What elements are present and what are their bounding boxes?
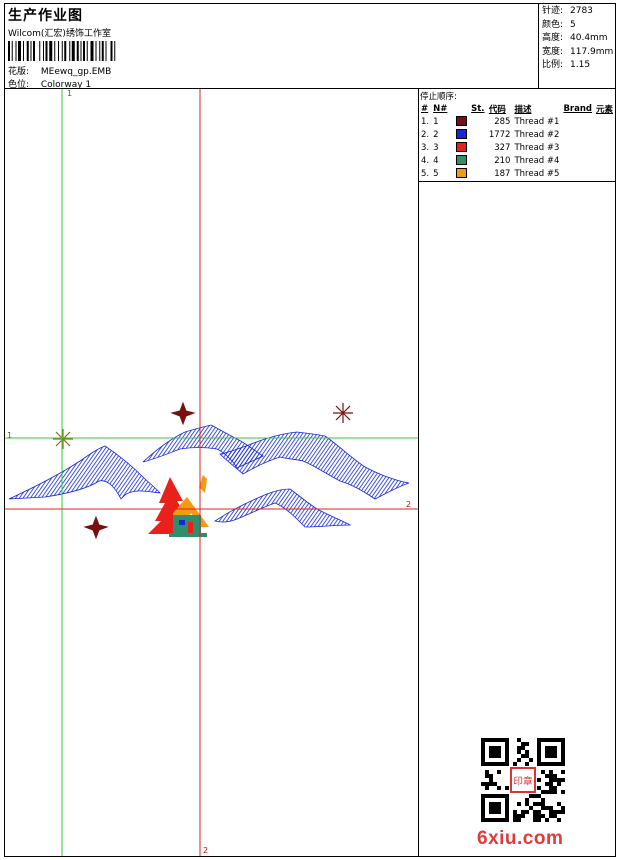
thread-needle: 5: [433, 168, 439, 179]
mountain-range: [8, 424, 410, 528]
color-swatch: [455, 155, 467, 166]
thread-needle: 1: [433, 116, 439, 127]
guide-label-red-bottom: 2: [203, 846, 209, 855]
stat-stitches: 针迹: 2783: [542, 6, 593, 16]
thread-row: 4. 4 210 Thread #4: [419, 154, 615, 167]
col-brand: Brand: [563, 103, 592, 114]
guide-label-red-right: 2: [406, 500, 412, 509]
company-name: Wilcom(汇宏)绣饰工作室: [8, 29, 111, 39]
stop-sequence-caption: 停止顺序:: [420, 92, 457, 102]
thread-element: [594, 154, 615, 167]
mountain-left: [8, 445, 161, 500]
barcode: [8, 41, 116, 61]
col-description: 描述: [514, 104, 532, 115]
thread-description: Thread #3: [514, 142, 560, 153]
thread-brand: [561, 128, 594, 141]
col-stitch: St.: [471, 103, 485, 114]
thread-index: 3.: [421, 142, 430, 153]
thread-index: 1.: [421, 116, 430, 127]
thread-swatch: [454, 154, 470, 167]
thread-stitch: [469, 128, 487, 141]
thread-code: 327: [494, 142, 511, 153]
thread-stitch: [469, 115, 487, 128]
mountain-lower: [214, 488, 352, 528]
design-file-name: MEewq_gp.EMB: [40, 67, 112, 77]
thread-swatch: [454, 115, 470, 128]
thread-element: [594, 128, 615, 141]
design-stats: 针迹: 2783 颜色: 5 高度: 40.4mm 宽度: 117.9mm 比例: 1.1…: [542, 5, 613, 73]
mountain-right: [219, 431, 410, 500]
star-bottom-left: [83, 515, 109, 540]
thread-table: # N# St. 代码 描述 Brand 元素 1. 1 285 Thread #1 2…: [419, 102, 615, 180]
thread-code: 187: [494, 168, 511, 179]
page-title: 生产作业图: [8, 8, 83, 24]
thread-element: [594, 141, 615, 154]
thread-stitch: [469, 167, 487, 180]
thread-index: 2.: [421, 129, 430, 140]
thread-row: 2. 2 1772 Thread #2: [419, 128, 615, 141]
star-top: [170, 401, 196, 426]
thread-element: [594, 115, 615, 128]
thread-row: 3. 3 327 Thread #3: [419, 141, 615, 154]
house-wall: [173, 515, 201, 533]
thread-row: 1. 1 285 Thread #1: [419, 115, 615, 128]
thread-description: Thread #1: [514, 116, 560, 127]
stat-colors: 颜色: 5: [542, 19, 576, 30]
site-watermark: 6xiu.com: [477, 828, 564, 849]
stat-width: 宽度: 117.9mm: [542, 46, 614, 57]
thread-stitch: [469, 141, 487, 154]
stat-height: 高度: 40.4mm: [542, 33, 608, 43]
thread-code: 1772: [488, 129, 511, 140]
thread-needle: 3: [433, 142, 439, 153]
header: 生产作业图 Wilcom(汇宏)绣饰工作室 花版: MEewq_gp.EMB 色…: [5, 4, 538, 90]
design-label: 花版:: [8, 67, 30, 77]
header-divider: [538, 4, 539, 88]
qr-code: 印章: [481, 738, 565, 822]
thread-table-header: # N# St. 代码 描述 Brand 元素: [419, 102, 615, 115]
thread-brand: [561, 141, 594, 154]
col-element: 元素: [595, 104, 613, 115]
color-swatch: [455, 116, 467, 127]
thread-brand: [561, 154, 594, 167]
thread-code: 285: [494, 116, 511, 127]
snowflake-right: [333, 403, 353, 423]
house-door: [188, 522, 193, 533]
stat-scale: 比例: 1.15: [542, 60, 591, 70]
col-code: 代码: [488, 104, 506, 115]
thread-swatch: [454, 128, 470, 141]
guide-label-green-top: 1: [67, 89, 73, 98]
house-base: [169, 533, 207, 537]
stop-sequence-panel: 停止顺序: # N# St. 代码 描述 Brand 元素 1. 1 285 Thre…: [419, 89, 615, 182]
thread-row: 5. 5 187 Thread #5: [419, 167, 615, 180]
col-needle: N#: [433, 103, 448, 114]
col-swatch: [454, 102, 470, 115]
snowflake-left: [53, 429, 73, 449]
color-swatch: [455, 142, 467, 153]
thread-needle: 4: [433, 155, 439, 166]
canvas-divider: [418, 88, 419, 857]
thread-stitch: [469, 154, 487, 167]
thread-description: Thread #5: [514, 168, 560, 179]
house-window: [179, 520, 185, 525]
col-index: #: [421, 103, 429, 114]
thread-swatch: [454, 167, 470, 180]
thread-description: Thread #2: [514, 129, 560, 140]
color-swatch: [455, 168, 467, 179]
qr-stamp: 印章: [513, 775, 533, 787]
thread-index: 4.: [421, 155, 430, 166]
thread-description: Thread #4: [514, 155, 560, 166]
design-preview: [5, 89, 418, 856]
thread-element: [594, 167, 615, 180]
thread-swatch: [454, 141, 470, 154]
guide-label-green-left: 1: [7, 431, 13, 440]
design-canvas: 1 1 2 2: [5, 89, 418, 856]
design-file-row: 花版: MEewq_gp.EMB: [8, 64, 111, 77]
thread-brand: [561, 167, 594, 180]
thread-brand: [561, 115, 594, 128]
color-swatch: [455, 129, 467, 140]
thread-index: 5.: [421, 168, 430, 179]
thread-needle: 2: [433, 129, 439, 140]
thread-code: 210: [494, 155, 511, 166]
